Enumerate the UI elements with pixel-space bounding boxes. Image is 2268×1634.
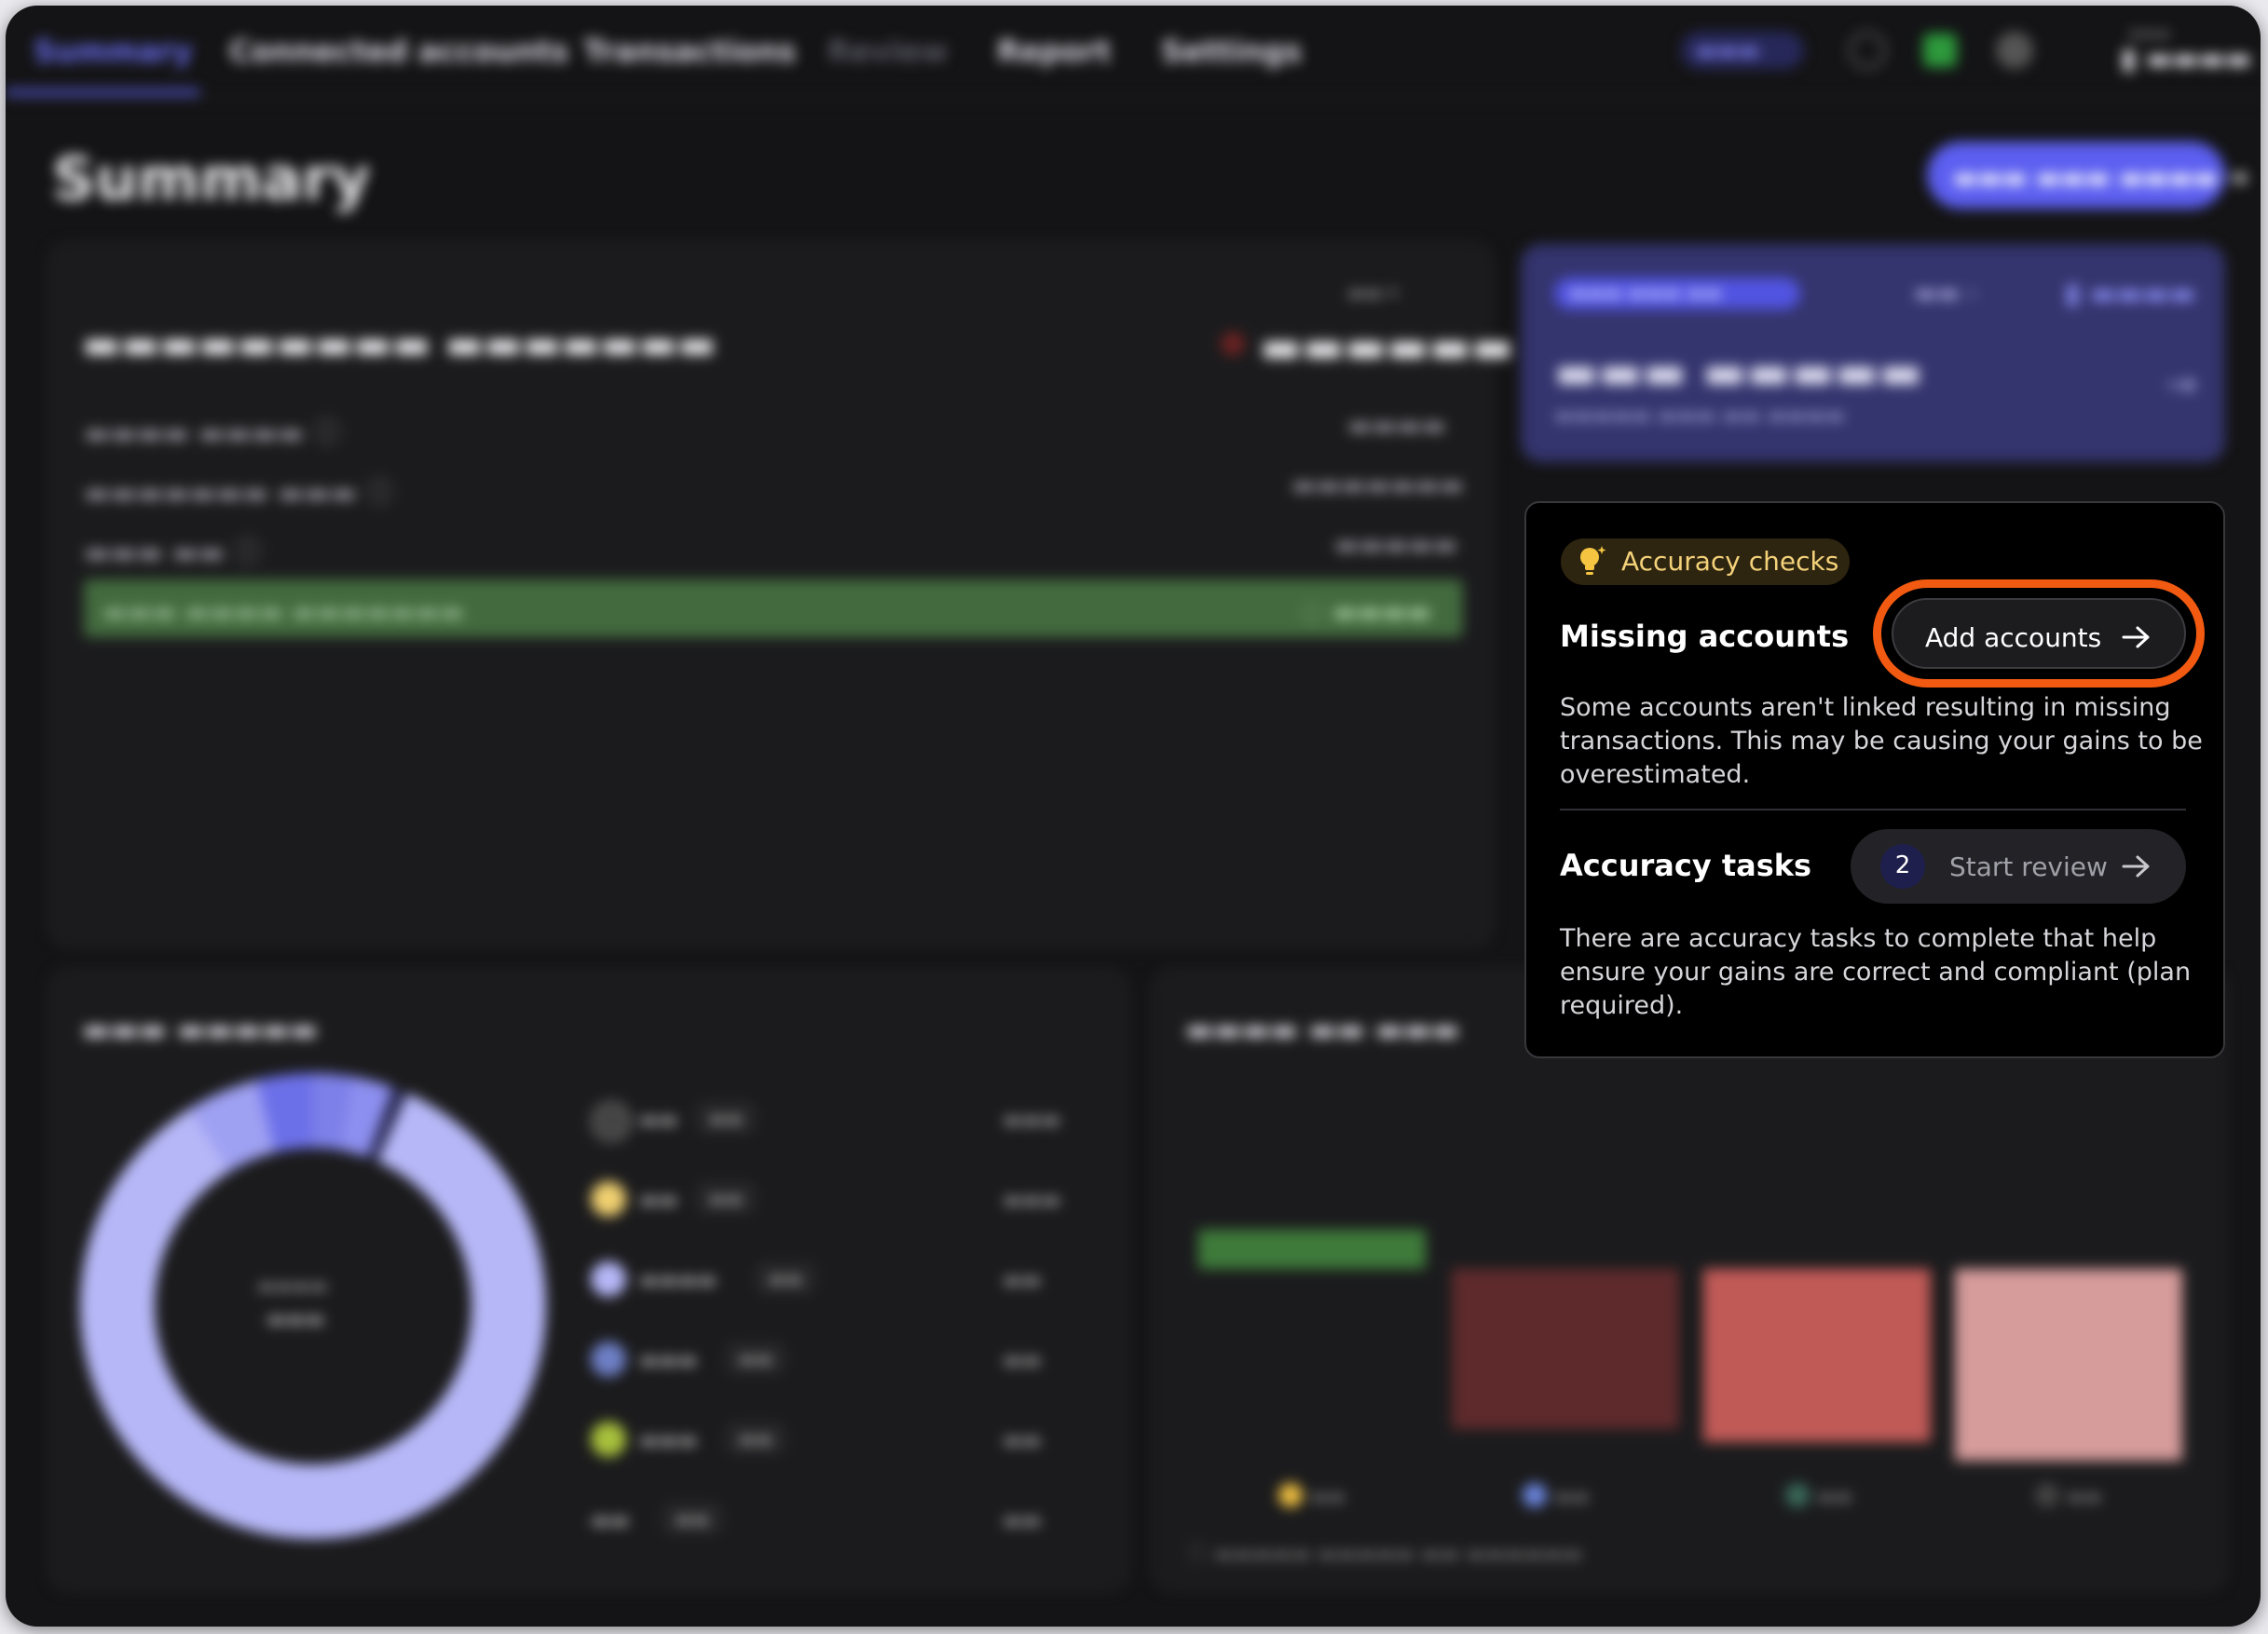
missing-accounts-description: Some accounts aren't linked resulting in… (1560, 693, 2203, 789)
promo-pill-text: ▬▬▬ ▬▬▬ ▬▬ (1569, 281, 1722, 304)
legend-value: ▬▬ (1003, 1349, 1042, 1372)
loser-bar[interactable] (1703, 1269, 1931, 1442)
legend-percent: ▬▬ (729, 1425, 783, 1451)
loser-bar[interactable] (1955, 1269, 2182, 1461)
winners-losers-title: ▬▬▬▬ ▬▬ ▬▬▬ (1185, 1012, 1460, 1047)
legend-name: ▬▬▬▬ (639, 1269, 717, 1292)
spreadsheet-icon[interactable] (1923, 34, 1957, 67)
legend-value: ▬▬ (1003, 1509, 1042, 1532)
legend-value: ▬▬ (1003, 1429, 1042, 1452)
arrow-right-icon (2122, 626, 2150, 648)
legend-name: ▬▬ (639, 1109, 678, 1132)
legend-coin-icon (591, 1181, 626, 1217)
accuracy-tasks-title: Accuracy tasks (1560, 848, 1812, 883)
fees-paid-label: ▬▬▬ ▬▬ ⓘ (84, 537, 262, 569)
unrealised-gains-value: ▬▬▬▬▬▬▬ (1291, 470, 1465, 500)
coin-icon (1785, 1483, 1810, 1507)
promo-year: ▬▬ › (1914, 279, 1977, 307)
promo-subtitle: ▬▬▬▬▬ ▬▬▬ ▬▬ ▬▬▬▬ (1554, 404, 1845, 428)
legend-name: ▬▬ (639, 1189, 678, 1212)
nav-caption: ▬▬▬ (2128, 24, 2171, 42)
tab-connected-accounts[interactable]: Connected accounts (229, 34, 568, 69)
legend-percent: ▬▬ (699, 1185, 753, 1211)
tab-report[interactable]: Report (997, 34, 1111, 69)
get-tax-reports-label: ▬▬▬ ▬▬▬ ▬▬▬▬ ➜ (1953, 162, 2249, 193)
tab-summary[interactable]: Summary (34, 34, 193, 69)
missing-accounts-title: Missing accounts (1560, 619, 1850, 654)
legend-value: ▬▬ (1003, 1269, 1042, 1292)
bar-label: ▬▬ (1310, 1485, 1346, 1507)
legend-coin-icon (591, 1101, 632, 1142)
tab-review[interactable]: Review (827, 34, 948, 69)
legend-name: ▬▬▬ (639, 1349, 698, 1372)
legend-percent: ▬▬ (665, 1505, 719, 1532)
legend-coin-icon (591, 1422, 626, 1457)
lightbulb-icon (1580, 546, 1606, 575)
legend-name: ▬▬▬ (639, 1429, 698, 1452)
coin-icon (2035, 1483, 2059, 1507)
legend-coin-icon (591, 1261, 626, 1297)
task-count: 2 (1894, 851, 1911, 879)
active-tab-indicator (6, 89, 199, 95)
legend-coin-icon (591, 1341, 626, 1377)
arrow-right-icon (2122, 855, 2150, 878)
capital-gains-value: ▬▬▬▬▬▬ (1260, 320, 1514, 373)
promo-amount: ▮ ▬▬▬▬ (2065, 278, 2196, 310)
legend-percent: ▬▬ (729, 1345, 783, 1371)
bar-label: ▬▬ (1554, 1485, 1590, 1507)
gains-status-dot (1221, 332, 1245, 356)
donut-hole (155, 1148, 471, 1464)
total-return-value: ▬▬▬▬ (1347, 410, 1446, 441)
loser-bar[interactable] (1452, 1269, 1679, 1429)
start-review-label: Start review (1949, 851, 2108, 882)
legend-percent: ▬▬ (699, 1105, 753, 1131)
coin-icon (1523, 1483, 1547, 1507)
bar-label: ▬▬ (2067, 1485, 2102, 1507)
savings-opportunity-label: ▬▬▬ ▬▬▬▬ ▬▬▬▬▬▬▬ (102, 596, 465, 627)
bar-label: ▬▬ (1817, 1485, 1852, 1507)
profile-icon[interactable] (1996, 32, 2033, 69)
tab-settings[interactable]: Settings (1161, 34, 1302, 69)
winner-bar[interactable] (1198, 1230, 1426, 1269)
accuracy-checks-label: Accuracy checks (1621, 546, 1839, 577)
savings-opportunity-value: ◌ ▬▬▬▬ (1301, 596, 1431, 627)
donut-total: ▬▬▬ (266, 1308, 325, 1331)
add-accounts-label: Add accounts (1925, 622, 2102, 653)
period-selector[interactable]: ▬▬ ▾ (1347, 281, 1398, 304)
top-nav: Summary Connected accounts Transactions … (6, 6, 2261, 99)
donut-caption: ▬▬▬▬ (257, 1274, 328, 1297)
tab-transactions[interactable]: Transactions (583, 34, 796, 69)
legend-percent: ▬▬ (758, 1265, 813, 1291)
legend-value: ▬▬▬ (1003, 1109, 1061, 1132)
help-icon[interactable] (1849, 32, 1886, 69)
promo-title: ▬▬▬ ▬▬▬▬▬ (1554, 345, 1923, 399)
nav-amount: ▮ ▬▬▬▬ (2121, 43, 2252, 75)
page-title: Summary (52, 145, 371, 214)
asset-allocation-title: ▬▬▬ ▬▬▬▬▬ (82, 1012, 319, 1047)
improve-accuracy-hint: ⓘ ▬▬▬▬▬ ▬▬▬▬▬ ▬▬ ▬▬▬▬▬▬ (1187, 1543, 1583, 1566)
total-return-label: ▬▬▬▬ ▬▬▬▬ ⓘ (84, 417, 341, 450)
app-window: Summary Connected accounts Transactions … (6, 6, 2261, 1627)
accuracy-tasks-description: There are accuracy tasks to complete tha… (1560, 924, 2192, 1020)
plan-badge-text: ▬▬▬ (1696, 37, 1760, 63)
coin-icon (1278, 1483, 1303, 1507)
section-divider (1560, 809, 2186, 810)
legend-name: ▬▬ (591, 1509, 630, 1532)
capital-gains-title: ▬▬▬▬▬▬▬▬▬ ▬▬▬▬▬▬▬ (82, 320, 717, 368)
unrealised-gains-label: ▬▬▬▬▬▬▬ ▬▬▬ ⓘ (84, 477, 394, 510)
promo-arrow-icon: → (2166, 363, 2197, 406)
legend-value: ▬▬▬ (1003, 1189, 1061, 1212)
fees-paid-value: ▬▬▬▬▬ (1334, 529, 1458, 560)
